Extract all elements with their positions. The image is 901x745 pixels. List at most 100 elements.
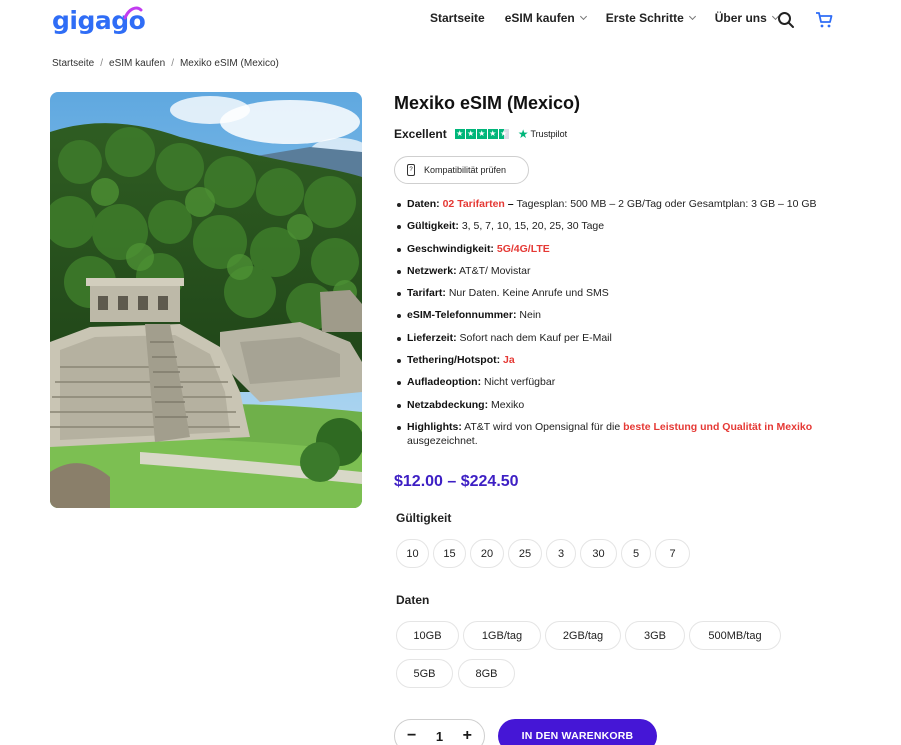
feature-key: Lieferzeit: — [407, 331, 457, 344]
site-header: giga go Startseite eSIM kaufen Erste Schr… — [0, 0, 901, 40]
feature-highlight: beste Leistung und Qualität in Mexiko — [623, 420, 813, 433]
feature-item: Geschwindigkeit: 5G/4G/LTE — [396, 242, 846, 256]
nav-startseite[interactable]: Startseite — [430, 11, 485, 25]
nav-erste-schritte[interactable]: Erste Schritte — [605, 11, 696, 25]
search-icon[interactable] — [777, 11, 795, 29]
breadcrumb-current: Mexiko eSIM (Mexico) — [179, 58, 279, 69]
feature-key: Aufladeoption: — [407, 376, 482, 389]
validity-option[interactable]: 25 — [508, 539, 542, 568]
nav-esim-kaufen[interactable]: eSIM kaufen — [504, 11, 587, 25]
quantity-stepper: − 1 + — [394, 719, 485, 745]
trustpilot-star-icon: ★ — [517, 127, 529, 141]
nav-label: Startseite — [430, 11, 485, 25]
feature-item: Daten: 02 Tarifarten – Tagesplan: 500 MB… — [396, 197, 846, 211]
feature-key: Highlights: — [407, 420, 462, 433]
nav-ueber-uns[interactable]: Über uns — [714, 11, 779, 25]
feature-item: Highlights: AT&T wird von Opensignal für… — [396, 420, 846, 448]
feature-item: eSIM-Telefonnummer: Nein — [396, 308, 846, 322]
validity-label: Gültigkeit — [396, 511, 452, 525]
feature-value: Nein — [516, 309, 541, 322]
chevron-down-icon — [579, 12, 587, 21]
validity-option[interactable]: 30 — [580, 539, 617, 568]
data-option[interactable]: 8GB — [458, 659, 515, 688]
validity-option[interactable]: 7 — [655, 539, 690, 568]
star-icon: ★ — [454, 129, 465, 139]
feature-highlight: 02 Tarifarten — [442, 198, 505, 210]
feature-value: Tagesplan: 500 MB – 2 GB/Tag oder Gesamt… — [516, 198, 817, 210]
trustpilot-label: Trustpilot — [530, 129, 568, 139]
validity-option[interactable]: 10 — [396, 539, 429, 568]
feature-key: Tarifart: — [407, 287, 446, 300]
feature-item: Gültigkeit: 3, 5, 7, 10, 15, 20, 25, 30 … — [396, 219, 846, 233]
breadcrumb-separator: / — [100, 58, 104, 69]
data-option[interactable]: 3GB — [625, 621, 685, 650]
feature-item: Netzabdeckung: Mexiko — [396, 398, 846, 412]
data-label: Daten — [396, 593, 430, 607]
feature-item: Tarifart: Nur Daten. Keine Anrufe und SM… — [396, 286, 846, 300]
rating-text: Excellent — [394, 127, 447, 141]
feature-key: eSIM-Telefonnummer: — [407, 309, 517, 322]
feature-value: Nur Daten. Keine Anrufe und SMS — [445, 287, 609, 300]
quantity-increase-button[interactable]: + — [463, 727, 472, 745]
cart-icon[interactable] — [815, 11, 833, 29]
feature-value: 3, 5, 7, 10, 15, 20, 25, 30 Tage — [458, 220, 605, 233]
feature-separator: – — [504, 198, 517, 210]
feature-highlight: 5G/4G/LTE — [493, 242, 550, 255]
feature-list: Daten: 02 Tarifarten – Tagesplan: 500 MB… — [396, 197, 846, 456]
feature-item: Netzwerk: AT&T/ Movistar — [396, 264, 846, 278]
mexico-temple-photo — [50, 92, 362, 508]
feature-value: ausgezeichnet. — [407, 434, 478, 447]
breadcrumb: Startseite / eSIM kaufen / Mexiko eSIM (… — [52, 58, 279, 69]
quantity-decrease-button[interactable]: − — [407, 727, 416, 745]
feature-key: Daten: — [407, 198, 440, 210]
star-icon: ★ — [487, 129, 498, 139]
feature-value: Nicht verfügbar — [481, 376, 556, 389]
rating-stars: ★ ★ ★ ★ ★ — [454, 129, 510, 139]
feature-key: Gültigkeit: — [407, 220, 459, 233]
data-option[interactable]: 2GB/tag — [545, 621, 621, 650]
feature-value: AT&T wird von Opensignal für die — [461, 420, 624, 433]
validity-option[interactable]: 20 — [470, 539, 504, 568]
feature-item: Aufladeoption: Nicht verfügbar — [396, 375, 846, 389]
trustpilot-rating[interactable]: Excellent ★ ★ ★ ★ ★ ★ Trustpilot — [394, 127, 567, 141]
main-nav: Startseite eSIM kaufen Erste Schritte Üb… — [430, 11, 798, 25]
quantity-value[interactable]: 1 — [436, 729, 443, 744]
compatibility-check-label: Kompatibilität prüfen — [424, 165, 507, 175]
feature-key: Geschwindigkeit: — [407, 242, 494, 255]
logo-swoosh-icon — [123, 6, 143, 20]
feature-key: Tethering/Hotspot: — [407, 354, 501, 367]
product-image[interactable] — [50, 92, 362, 508]
logo-text-giga: giga — [52, 6, 112, 35]
feature-item: Tethering/Hotspot: Ja — [396, 353, 846, 367]
breadcrumb-separator: / — [171, 58, 174, 69]
price-range: $12.00 – $224.50 — [394, 473, 519, 490]
product-title: Mexiko eSIM (Mexico) — [394, 93, 581, 113]
compatibility-check-button[interactable]: ? Kompatibilität prüfen — [394, 156, 529, 184]
chevron-down-icon — [688, 12, 696, 21]
feature-key: Netzabdeckung: — [407, 398, 489, 411]
feature-value: Sofort nach dem Kauf per E-Mail — [456, 331, 612, 344]
breadcrumb-link[interactable]: eSIM kaufen — [109, 58, 165, 69]
feature-key: Netzwerk: — [407, 264, 457, 277]
validity-option[interactable]: 5 — [621, 539, 651, 568]
validity-option[interactable]: 3 — [546, 539, 576, 568]
nav-label: eSIM kaufen — [504, 11, 575, 25]
feature-item: Lieferzeit: Sofort nach dem Kauf per E-M… — [396, 331, 846, 345]
trustpilot-logo: ★ Trustpilot — [518, 127, 567, 141]
nav-label: Über uns — [714, 11, 767, 25]
phone-question-icon: ? — [407, 164, 415, 176]
feature-value: Mexiko — [488, 398, 525, 411]
nav-label: Erste Schritte — [605, 11, 684, 25]
data-option[interactable]: 1GB/tag — [463, 621, 541, 650]
data-option[interactable]: 5GB — [396, 659, 453, 688]
star-icon: ★ — [465, 129, 476, 139]
feature-value: AT&T/ Movistar — [456, 264, 531, 277]
add-to-cart-button[interactable]: IN DEN WARENKORB — [498, 719, 657, 745]
data-option[interactable]: 10GB — [396, 621, 459, 650]
validity-option[interactable]: 15 — [433, 539, 466, 568]
data-option[interactable]: 500MB/tag — [689, 621, 781, 650]
breadcrumb-link[interactable]: Startseite — [52, 58, 94, 69]
star-icon: ★ — [476, 129, 487, 139]
feature-highlight: Ja — [500, 354, 515, 367]
half-star-icon: ★ — [498, 129, 509, 139]
